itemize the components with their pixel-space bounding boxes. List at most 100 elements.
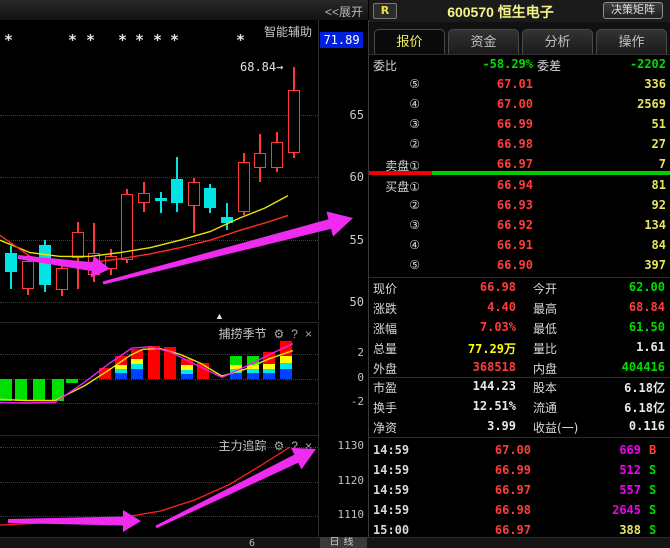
sell-row-5[interactable]: 卖盘①66.977	[371, 157, 666, 173]
candle-body	[105, 256, 117, 268]
stat-label: 市盈	[373, 379, 397, 396]
stat-value: 368518	[426, 360, 516, 374]
tick-volume: 512	[541, 463, 641, 477]
gear-icon[interactable]: ⚙	[274, 327, 285, 341]
stat-label: 外盘	[373, 360, 397, 377]
tick-price: 66.98	[431, 503, 531, 517]
buy-row-2[interactable]: ②66.9392	[371, 198, 666, 214]
candle-body	[88, 253, 100, 275]
buy-row-4[interactable]: ④66.9184	[371, 238, 666, 254]
signal-star: *	[118, 31, 127, 49]
high-price-annotation: 68.84→	[240, 60, 283, 74]
weibi-value: -58.29%	[433, 57, 533, 71]
stat-value: 4.40	[426, 300, 516, 314]
decision-matrix-button[interactable]: 决策矩阵	[603, 2, 663, 19]
stat-label: 量比	[533, 340, 557, 357]
stat-value: 66.98	[426, 280, 516, 294]
sell-row-3[interactable]: ③66.9951	[371, 117, 666, 133]
track-tick-1110: 1110	[322, 508, 364, 521]
stat-label: 最低	[533, 320, 557, 337]
oscillator-bar-segment	[263, 352, 275, 364]
buy-level-label: ②	[371, 198, 420, 212]
weicha-value: -2202	[541, 57, 666, 71]
stat-value: 7.03%	[426, 320, 516, 334]
period-tab-daily[interactable]: 日线	[320, 537, 367, 548]
sell-price: 66.99	[433, 117, 533, 131]
oscillator-bar-segment	[230, 373, 242, 379]
buy-row-1[interactable]: 买盘①66.9481	[371, 178, 666, 194]
oscillator-bar-segment	[131, 369, 143, 379]
sell-volume: 51	[541, 117, 666, 131]
tick-side: S	[649, 483, 665, 497]
tab-analysis[interactable]: 分析	[522, 29, 593, 54]
tick-volume: 388	[541, 523, 641, 537]
oscillator-bar-segment	[280, 341, 292, 356]
sell-row-1[interactable]: ⑤67.01336	[371, 77, 666, 93]
gridline	[0, 447, 318, 448]
stat-row: 市盈144.23股本6.18亿	[371, 379, 666, 395]
candle-wick	[160, 192, 162, 213]
tick-side: S	[649, 523, 665, 537]
stat-value: 68.84	[565, 300, 665, 314]
gear-icon[interactable]: ⚙	[274, 439, 285, 453]
osc-tick-0: 0	[322, 371, 364, 384]
sell-volume: 7	[541, 157, 666, 171]
oscillator-bar-segment	[247, 356, 259, 365]
candle-body	[121, 194, 133, 260]
track-tick-1130: 1130	[322, 439, 364, 452]
stat-row: 外盘368518内盘404416	[371, 360, 666, 376]
buy-volume: 84	[541, 238, 666, 252]
sell-level-label: ②	[371, 137, 420, 151]
signal-star: *	[86, 31, 95, 49]
price-tick-60: 60	[322, 170, 364, 184]
stat-row: 涨跌4.40最高68.84	[371, 300, 666, 316]
tick-price: 66.97	[431, 523, 531, 537]
help-icon[interactable]: ?	[291, 327, 298, 341]
tick-time: 14:59	[373, 483, 409, 497]
tick-side: S	[649, 463, 665, 477]
candle-body	[39, 245, 51, 285]
gridline	[0, 516, 318, 517]
tab-quote[interactable]: 报价	[374, 29, 445, 54]
sell-row-2[interactable]: ④67.002569	[371, 97, 666, 113]
tick-row: 14:5967.00669B	[371, 443, 666, 459]
gridline	[0, 240, 318, 241]
close-icon[interactable]: ×	[305, 327, 312, 341]
sell-price: 66.98	[433, 137, 533, 151]
oscillator-bar-segment	[99, 368, 111, 379]
stat-label: 今开	[533, 280, 557, 297]
gridline	[0, 302, 318, 303]
signal-star: *	[153, 31, 162, 49]
sell-level-label: ④	[371, 97, 420, 111]
help-icon[interactable]: ?	[291, 439, 298, 453]
sell-row-4[interactable]: ② 66.98 27	[371, 137, 666, 153]
tab-operate[interactable]: 操作	[596, 29, 667, 54]
r-badge: R	[373, 3, 397, 19]
signal-star: *	[170, 31, 179, 49]
gridline	[0, 403, 318, 404]
tab-capital[interactable]: 资金	[448, 29, 519, 54]
oscillator-bar-segment	[230, 356, 242, 365]
app-window: <<展开 智能辅助 68.84→ ▲ ******** 捕捞季节 ⚙ ? × 主…	[0, 0, 670, 548]
close-icon[interactable]: ×	[305, 439, 312, 453]
candle-body	[204, 188, 216, 208]
candle-body	[155, 198, 167, 200]
oscillator-bar-segment	[15, 379, 27, 401]
track-tick-1120: 1120	[322, 474, 364, 487]
tick-volume: 2645	[541, 503, 641, 517]
gridline	[0, 379, 318, 380]
buy-row-3[interactable]: ③66.92134	[371, 218, 666, 234]
buy-level-label: ③	[371, 218, 420, 232]
panel-title-smart-assist: 智能辅助	[264, 23, 312, 40]
stat-value: 62.00	[565, 280, 665, 294]
stat-value: 1.61	[565, 340, 665, 354]
collapse-button[interactable]: <<展开	[325, 3, 363, 20]
buy-row-5[interactable]: ⑤66.90397	[371, 258, 666, 274]
buy-price: 66.93	[433, 198, 533, 212]
weibi-label: 委比	[373, 57, 397, 74]
sell-volume: 27	[541, 137, 666, 151]
stat-row: 现价66.98今开62.00	[371, 280, 666, 296]
stat-row: 换手12.51%流通6.18亿	[371, 399, 666, 415]
panel-title-main-force: 主力追踪	[219, 437, 267, 454]
buy-price: 66.90	[433, 258, 533, 272]
